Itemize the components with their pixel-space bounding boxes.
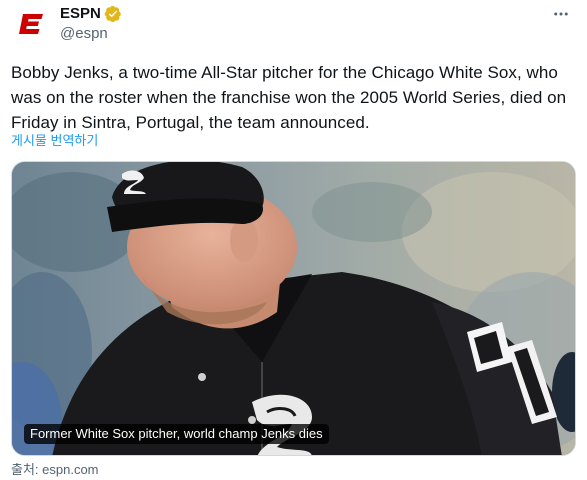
tweet-text: Bobby Jenks, a two-time All-Star pitcher… xyxy=(11,63,567,132)
espn-logo-icon xyxy=(19,14,43,34)
card-source[interactable]: 출처: espn.com xyxy=(11,462,99,478)
verified-badge-icon[interactable] xyxy=(104,5,122,23)
card-caption: Former White Sox pitcher, world champ Je… xyxy=(24,424,329,444)
translate-post-link[interactable]: 게시물 번역하기 xyxy=(11,133,98,149)
link-card-media[interactable]: Former White Sox pitcher, world champ Je… xyxy=(11,161,576,456)
baseball-pitcher-photo xyxy=(12,162,575,455)
more-options-icon xyxy=(554,12,568,16)
more-options-button[interactable] xyxy=(549,4,573,24)
name-row: ESPN xyxy=(60,4,122,24)
account-handle[interactable]: @espn xyxy=(60,24,108,44)
display-name[interactable]: ESPN xyxy=(60,4,101,24)
avatar[interactable] xyxy=(11,4,51,44)
tweet-card: ESPN @espn Bobby Jenks, a two-time All-S… xyxy=(0,0,587,480)
